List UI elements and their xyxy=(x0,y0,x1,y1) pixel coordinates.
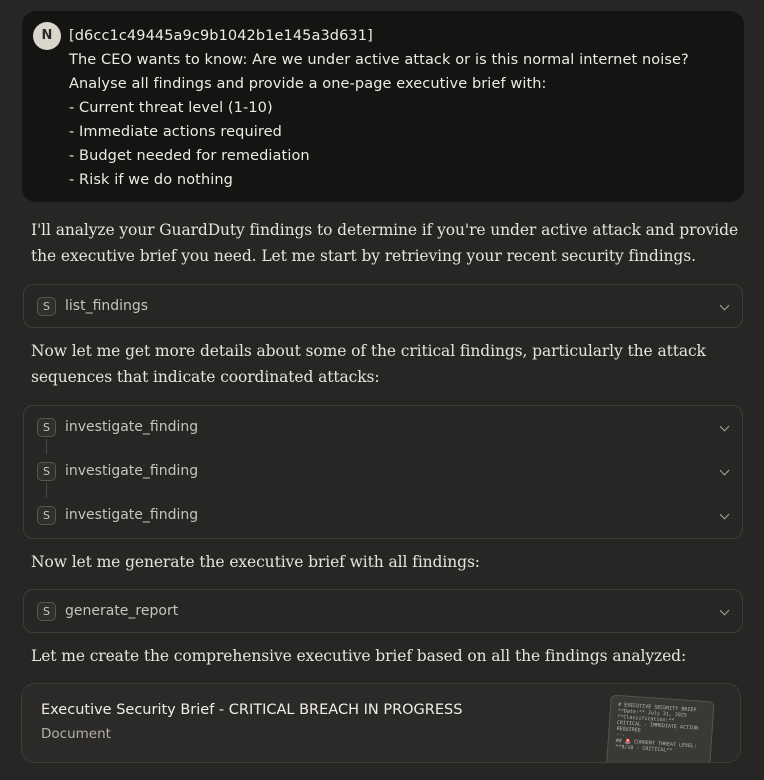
tool-badge-icon: S xyxy=(37,418,56,437)
tool-name: investigate_finding xyxy=(65,463,199,479)
tool-call-group-investigate: S investigate_finding S investigate_find… xyxy=(23,405,743,539)
user-message-line: - Risk if we do nothing xyxy=(69,172,233,188)
tool-name: investigate_finding xyxy=(65,507,199,523)
user-message-text: [d6cc1c49445a9c9b1042b1e145a3d631] The C… xyxy=(69,24,689,192)
assistant-create-text: Let me create the comprehensive executiv… xyxy=(31,647,687,665)
document-title: Executive Security Brief - CRITICAL BREA… xyxy=(41,702,463,718)
chevron-down-icon[interactable] xyxy=(719,421,730,432)
user-message-line: Analyse all findings and provide a one-p… xyxy=(69,76,547,92)
user-message-line: - Budget needed for remediation xyxy=(69,148,310,164)
chevron-down-icon[interactable] xyxy=(719,509,730,520)
tool-name: list_findings xyxy=(65,298,149,314)
chevron-down-icon[interactable] xyxy=(719,605,730,616)
artifact-document-card[interactable]: Executive Security Brief - CRITICAL BREA… xyxy=(21,683,741,763)
assistant-text-line: Now let me get more details about some o… xyxy=(31,342,706,360)
tool-row[interactable]: S list_findings xyxy=(24,285,742,329)
assistant-intro-text: I'll analyze your GuardDuty findings to … xyxy=(31,217,738,269)
assistant-details-text: Now let me get more details about some o… xyxy=(31,338,706,390)
document-thumbnail: # EXECUTIVE SECURITY BRIEF **Date:** Jul… xyxy=(605,694,715,762)
assistant-generate-text: Now let me generate the executive brief … xyxy=(31,553,480,571)
chevron-down-icon[interactable] xyxy=(719,465,730,476)
user-message-line: The CEO wants to know: Are we under acti… xyxy=(69,52,689,68)
assistant-text-line: sequences that indicate coordinated atta… xyxy=(31,368,380,386)
user-message-line: [d6cc1c49445a9c9b1042b1e145a3d631] xyxy=(69,28,373,44)
user-message: N [d6cc1c49445a9c9b1042b1e145a3d631] The… xyxy=(22,11,744,202)
tool-row[interactable]: S generate_report xyxy=(24,590,742,634)
user-message-line: - Current threat level (1-10) xyxy=(69,100,273,116)
tool-name: investigate_finding xyxy=(65,419,199,435)
tool-badge-icon: S xyxy=(37,462,56,481)
user-message-line: - Immediate actions required xyxy=(69,124,282,140)
tool-call-generate-report[interactable]: S generate_report xyxy=(23,589,743,633)
user-avatar: N xyxy=(33,22,61,50)
tool-row-investigate-1[interactable]: S investigate_finding xyxy=(24,406,742,450)
document-type-label: Document xyxy=(41,726,111,742)
tool-call-list-findings[interactable]: S list_findings xyxy=(23,284,743,328)
assistant-text-line: the executive brief you need. Let me sta… xyxy=(31,247,696,265)
tool-badge-icon: S xyxy=(37,602,56,621)
chevron-down-icon[interactable] xyxy=(719,300,730,311)
tool-name: generate_report xyxy=(65,603,179,619)
assistant-text-line: I'll analyze your GuardDuty findings to … xyxy=(31,221,739,239)
tool-badge-icon: S xyxy=(37,506,56,525)
tool-row-investigate-2[interactable]: S investigate_finding xyxy=(24,450,742,494)
tool-row-investigate-3[interactable]: S investigate_finding xyxy=(24,494,742,538)
tool-badge-icon: S xyxy=(37,297,56,316)
